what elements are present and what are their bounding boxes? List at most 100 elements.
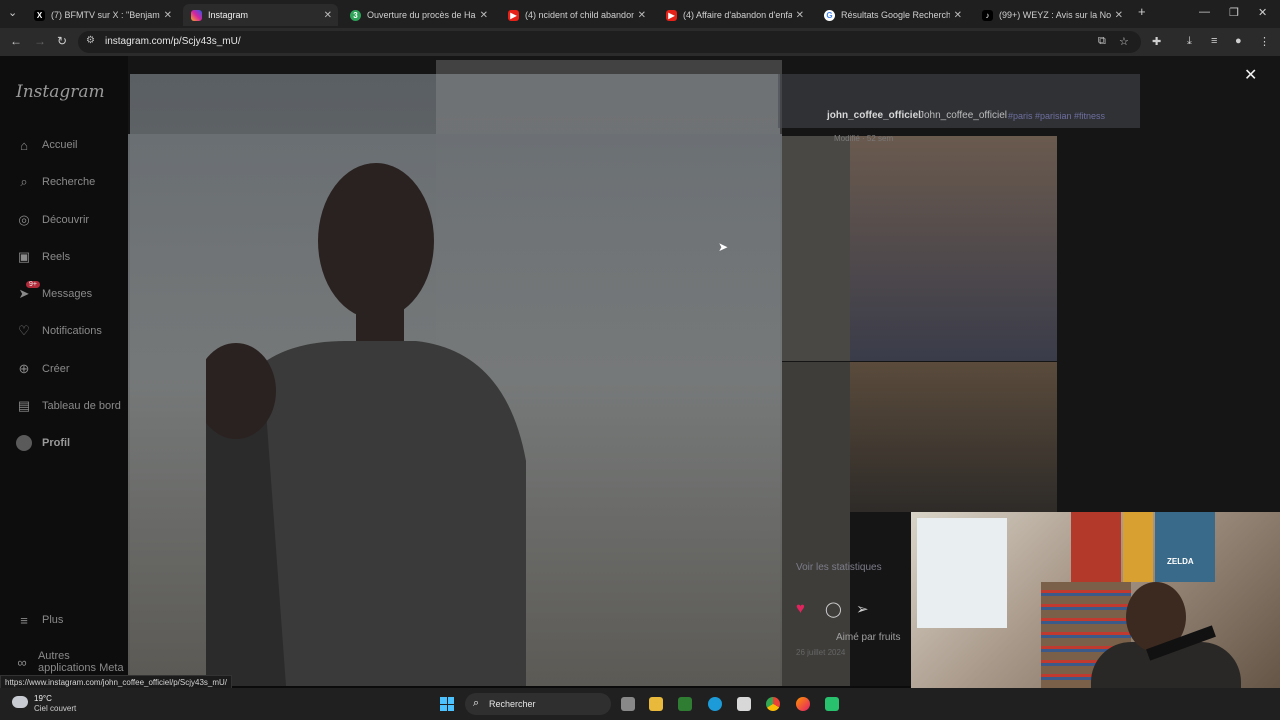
caption-hashtags[interactable]: #paris #parisian #fitness bbox=[1008, 111, 1105, 121]
liked-by-text[interactable]: Aimé par fruits bbox=[836, 632, 900, 643]
tab-search-icon[interactable]: ⌄ bbox=[8, 6, 17, 19]
extensions-icon[interactable]: ✚ bbox=[1152, 35, 1161, 48]
tab-tiktok[interactable]: ♪ (99+) WEYZ : Avis sur la Nouve ✕ bbox=[974, 4, 1129, 26]
sidebar-item-tableau-de-bord[interactable]: ▤ Tableau de bord bbox=[16, 398, 121, 414]
url-field[interactable]: ⚙ instagram.com/p/Scjy43s_mU/ ⧉ ☆ bbox=[78, 31, 1141, 53]
youtube-icon: ▶ bbox=[508, 9, 519, 21]
tab-label: (7) BFMTV sur X : "Benjamin Ne bbox=[51, 10, 160, 20]
mouse-cursor-icon: ➤ bbox=[718, 240, 729, 254]
tab-youtube-2[interactable]: ▶ (4) Affaire d'abandon d'enfants ✕ bbox=[658, 4, 810, 26]
poster bbox=[1123, 512, 1153, 582]
taskbar-search-label: Rechercher bbox=[489, 699, 536, 709]
firefox-icon[interactable] bbox=[796, 697, 810, 711]
sidebar-item-plus[interactable]: ≡ Plus bbox=[16, 612, 63, 628]
sidebar-item-meta[interactable]: ∞ Autres applications Meta bbox=[16, 650, 128, 674]
search-icon: ⌕ bbox=[473, 697, 480, 709]
sidebar-item-profil[interactable]: Profil bbox=[16, 435, 70, 451]
zelda-poster-text: ZELDA bbox=[1167, 557, 1194, 566]
download-icon[interactable]: ⤓ bbox=[1187, 35, 1192, 48]
file-explorer-icon[interactable] bbox=[649, 697, 663, 711]
unread-badge: 9+ bbox=[26, 281, 40, 288]
comment-icon[interactable]: ◯ bbox=[825, 600, 842, 618]
grid-thumbnail[interactable] bbox=[782, 136, 850, 361]
close-icon[interactable]: ✕ bbox=[164, 10, 172, 21]
window-close-icon[interactable]: ✕ bbox=[1258, 6, 1267, 19]
menu-icon[interactable]: ⋮ bbox=[1259, 35, 1270, 48]
messaging-app-icon[interactable] bbox=[825, 697, 839, 711]
sidebar-item-decouvrir[interactable]: ◎ Découvrir bbox=[16, 212, 89, 228]
browser-tab-strip: ⌄ X (7) BFMTV sur X : "Benjamin Ne ✕ Ins… bbox=[0, 0, 1280, 28]
tab-instagram[interactable]: Instagram ✕ bbox=[183, 4, 338, 26]
close-icon[interactable]: ✕ bbox=[324, 10, 332, 21]
close-icon[interactable]: ✕ bbox=[796, 10, 804, 21]
sidebar-item-label: Plus bbox=[42, 614, 64, 626]
edge-icon[interactable] bbox=[708, 697, 722, 711]
caption-username[interactable]: John_coffee_officiel bbox=[919, 110, 1007, 121]
google-icon: G bbox=[824, 9, 835, 21]
tab-label: (99+) WEYZ : Avis sur la Nouve bbox=[999, 10, 1111, 20]
media-icon[interactable]: ≡ bbox=[1211, 35, 1217, 47]
reload-icon[interactable]: ↻ bbox=[57, 34, 67, 48]
chart-icon: ▤ bbox=[17, 398, 31, 413]
messenger-icon: ➤ 9+ bbox=[16, 281, 40, 302]
tab-label: (4) ncident of child abandonme bbox=[525, 10, 634, 20]
share-icon[interactable]: ➢ bbox=[856, 600, 869, 618]
tab-bfmtv[interactable]: X (7) BFMTV sur X : "Benjamin Ne ✕ bbox=[26, 4, 178, 26]
address-bar-row: ← → ↻ ⚙ instagram.com/p/Scjy43s_mU/ ⧉ ☆ … bbox=[0, 28, 1280, 56]
room-window bbox=[917, 518, 1007, 628]
grid-thumbnail[interactable] bbox=[850, 136, 1057, 361]
tab-proces[interactable]: 3 Ouverture du procès de Haban ✕ bbox=[342, 4, 494, 26]
windows-taskbar: 19°C Ciel couvert ⌕ Rechercher bbox=[0, 688, 1280, 720]
tab-youtube-1[interactable]: ▶ (4) ncident of child abandonme ✕ bbox=[500, 4, 652, 26]
close-icon[interactable]: ✕ bbox=[638, 10, 646, 21]
sidebar-item-label: Notifications bbox=[42, 325, 102, 337]
sidebar-item-messages[interactable]: ➤ 9+ Messages bbox=[16, 281, 92, 302]
like-heart-icon[interactable]: ♥ bbox=[796, 600, 805, 617]
taskbar-search[interactable]: ⌕ Rechercher bbox=[465, 693, 611, 715]
tab-label: Ouverture du procès de Haban bbox=[367, 10, 476, 20]
search-icon: ⌕ bbox=[20, 174, 28, 189]
install-app-icon[interactable]: ⧉ bbox=[1098, 35, 1106, 48]
sidebar-item-label: Autres applications Meta bbox=[37, 650, 124, 674]
sidebar-item-reels[interactable]: ▣ Reels bbox=[16, 249, 70, 265]
nvidia-icon[interactable] bbox=[678, 697, 692, 711]
post-username[interactable]: john_coffee_officiel bbox=[827, 110, 921, 121]
hamburger-icon: ≡ bbox=[20, 612, 28, 628]
plus-square-icon: ⊕ bbox=[18, 361, 30, 376]
close-icon[interactable]: ✕ bbox=[480, 10, 488, 21]
close-icon[interactable]: ✕ bbox=[1115, 10, 1123, 21]
new-tab-button[interactable]: + bbox=[1138, 4, 1146, 19]
store-icon[interactable] bbox=[737, 697, 751, 711]
post-date: 26 juillet 2024 bbox=[796, 648, 846, 657]
site-info-icon[interactable]: ⚙ bbox=[86, 35, 95, 46]
close-icon[interactable]: ✕ bbox=[954, 10, 962, 21]
close-modal-icon[interactable]: ✕ bbox=[1244, 65, 1257, 85]
sidebar-item-accueil[interactable]: ⌂ Accueil bbox=[16, 137, 77, 153]
task-view-icon[interactable] bbox=[621, 697, 635, 711]
back-icon[interactable]: ← bbox=[10, 34, 22, 48]
profile-icon[interactable]: ● bbox=[1235, 35, 1242, 47]
tab-google[interactable]: G Résultats Google Recherche d ✕ bbox=[816, 4, 968, 26]
weather-temperature[interactable]: 19°C bbox=[34, 694, 52, 703]
reels-icon: ▣ bbox=[17, 249, 31, 264]
sidebar-item-notifications[interactable]: ♡ Notifications bbox=[16, 323, 102, 339]
forward-icon[interactable]: → bbox=[34, 34, 46, 48]
sidebar-item-label: Recherche bbox=[42, 176, 96, 188]
sidebar-item-creer[interactable]: ⊕ Créer bbox=[16, 361, 70, 377]
sidebar-item-recherche[interactable]: ⌕ Recherche bbox=[16, 174, 95, 190]
minimize-icon[interactable]: — bbox=[1199, 6, 1210, 18]
chrome-icon[interactable] bbox=[766, 697, 780, 711]
weather-condition[interactable]: Ciel couvert bbox=[34, 704, 76, 713]
instagram-logo[interactable]: Instagram bbox=[16, 82, 105, 102]
cloud-icon[interactable] bbox=[12, 696, 28, 708]
sidebar-item-label: Accueil bbox=[42, 139, 78, 151]
restore-icon[interactable]: ❐ bbox=[1229, 6, 1239, 19]
windows-start-icon[interactable] bbox=[440, 697, 454, 711]
view-insights-link[interactable]: Voir les statistiques bbox=[796, 562, 882, 573]
sidebar-item-label: Découvrir bbox=[42, 214, 90, 226]
grid-thumbnail[interactable] bbox=[850, 362, 1057, 512]
tab-label: (4) Affaire d'abandon d'enfants bbox=[683, 10, 792, 20]
bookmark-star-icon[interactable]: ☆ bbox=[1119, 35, 1129, 48]
compass-icon: ◎ bbox=[18, 212, 30, 227]
tiktok-icon: ♪ bbox=[982, 9, 993, 21]
